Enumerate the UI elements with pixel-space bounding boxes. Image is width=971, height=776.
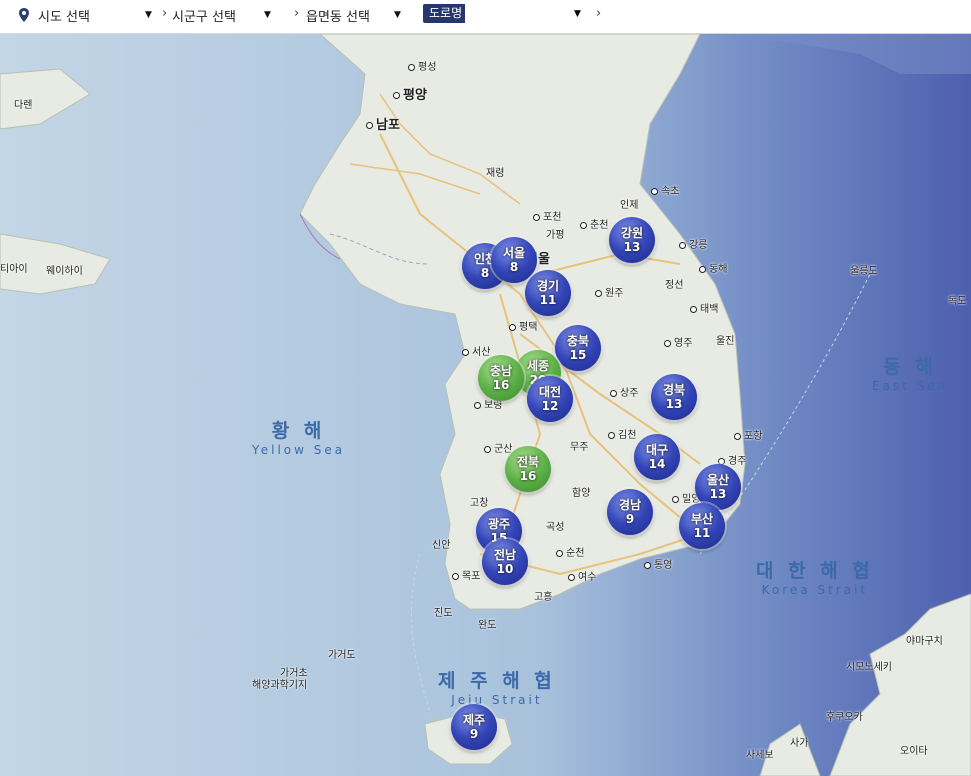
place-label: 독도 xyxy=(948,296,967,307)
place-label: 신안 xyxy=(432,540,451,551)
east-sea-label: 동 해 East Sea xyxy=(872,356,949,393)
place-label: 재령 xyxy=(486,168,505,179)
cluster-marker[interactable]: 경기 11 xyxy=(525,270,571,316)
cluster-marker[interactable]: 충남 16 xyxy=(478,355,524,401)
sigungu-select[interactable]: 시군구 선택 ▼ xyxy=(172,0,271,30)
place-label: 평성 xyxy=(408,58,436,73)
place-label: 남포 xyxy=(366,114,400,133)
place-label: 고창 xyxy=(470,498,489,509)
cluster-marker[interactable]: 전남 10 xyxy=(482,539,528,585)
place-label: 포천 xyxy=(533,208,561,223)
cluster-marker[interactable]: 부산 11 xyxy=(679,503,725,549)
jeju-strait-label: 제 주 해 협 Jeju Strait xyxy=(438,670,556,707)
place-label: 정선 xyxy=(665,280,684,291)
map-pin-icon xyxy=(19,8,29,22)
place-label: 김천 xyxy=(608,426,636,441)
place-label: 속초 xyxy=(651,182,679,197)
place-label: 여수 xyxy=(568,568,596,583)
place-label: 진도 xyxy=(434,608,453,619)
place-label: 웨이하이 xyxy=(46,266,83,277)
caret-down-icon: ▼ xyxy=(144,10,152,20)
place-label: 평양 xyxy=(393,84,427,103)
eupmyeondong-label: 읍면동 선택 xyxy=(306,9,370,25)
place-label: 상주 xyxy=(610,384,638,399)
place-label: 티아이 xyxy=(0,264,28,275)
place-label: 함양 xyxy=(572,488,591,499)
sido-label: 시도 선택 xyxy=(38,9,90,25)
region-filter-bar: 시도 선택 ▼ › 시군구 선택 ▼ › 읍면동 선택 ▼ 도로명 ▼ › xyxy=(0,0,971,34)
yellow-sea-label: 황 해 Yellow Sea xyxy=(252,420,346,457)
cluster-marker[interactable]: 전북 16 xyxy=(505,446,551,492)
korea-strait-label: 대 한 해 협 Korea Strait xyxy=(756,560,874,597)
place-label: 동해 xyxy=(699,260,727,275)
place-label: 군산 xyxy=(484,440,512,455)
place-label: 곡성 xyxy=(546,522,565,533)
place-label: 야마구치 xyxy=(906,636,943,647)
place-label: 통영 xyxy=(644,556,672,571)
cluster-marker[interactable]: 경북 13 xyxy=(651,374,697,420)
place-label: 무주 xyxy=(570,442,589,453)
place-label: 춘천 xyxy=(580,216,608,231)
place-label: 사가 xyxy=(790,738,809,749)
chevron-right-icon: › xyxy=(596,6,602,21)
place-label: 오이타 xyxy=(900,746,928,757)
place-label: 평택 xyxy=(509,318,537,333)
place-label: 영주 xyxy=(664,334,692,349)
place-label: 고흥 xyxy=(534,592,553,603)
eupmyeondong-select[interactable]: 읍면동 선택 ▼ xyxy=(306,0,401,30)
place-label: 순천 xyxy=(556,544,584,559)
place-label: 완도 xyxy=(478,620,497,631)
place-label: 강릉 xyxy=(679,236,707,251)
place-label: 태백 xyxy=(690,300,718,315)
cluster-marker[interactable]: 대구 14 xyxy=(634,434,680,480)
place-label: 목포 xyxy=(452,567,480,582)
place-label: 사세보 xyxy=(746,750,774,761)
cluster-marker[interactable]: 제주 9 xyxy=(451,704,497,750)
sido-select[interactable]: 시도 선택 ▼ xyxy=(18,0,152,30)
place-label: 인제 xyxy=(620,200,639,211)
place-label: 시모노세키 xyxy=(846,662,892,673)
place-label: 가평 xyxy=(546,230,565,241)
map-view[interactable]: 황 해 Yellow Sea 동 해 East Sea 대 한 해 협 Korea S… xyxy=(0,34,971,776)
place-label: 울진 xyxy=(716,336,735,347)
cluster-marker[interactable]: 강원 13 xyxy=(609,217,655,263)
caret-down-icon: ▼ xyxy=(574,9,581,19)
cluster-marker[interactable]: 서울 8 xyxy=(491,237,537,283)
sigungu-label: 시군구 선택 xyxy=(172,9,236,25)
cluster-marker[interactable]: 경남 9 xyxy=(607,489,653,535)
road-name-button[interactable]: 도로명 xyxy=(423,4,469,23)
place-label: 해양과학기지 xyxy=(252,680,308,691)
place-label: 가거도 xyxy=(328,650,356,661)
place-label: 포항 xyxy=(734,427,762,442)
place-label: 울릉도 xyxy=(850,266,878,277)
caret-down-icon: ▼ xyxy=(393,10,401,20)
caret-down-icon: ▼ xyxy=(263,10,271,20)
place-label: 원주 xyxy=(595,284,623,299)
place-label: 후쿠오카 xyxy=(826,712,863,723)
chevron-right-icon: › xyxy=(294,6,300,21)
place-label: 다렌 xyxy=(14,100,33,111)
chevron-right-icon: › xyxy=(162,6,168,21)
place-label: 서산 xyxy=(462,343,490,358)
cluster-marker[interactable]: 충북 15 xyxy=(555,325,601,371)
cluster-marker[interactable]: 대전 12 xyxy=(527,376,573,422)
